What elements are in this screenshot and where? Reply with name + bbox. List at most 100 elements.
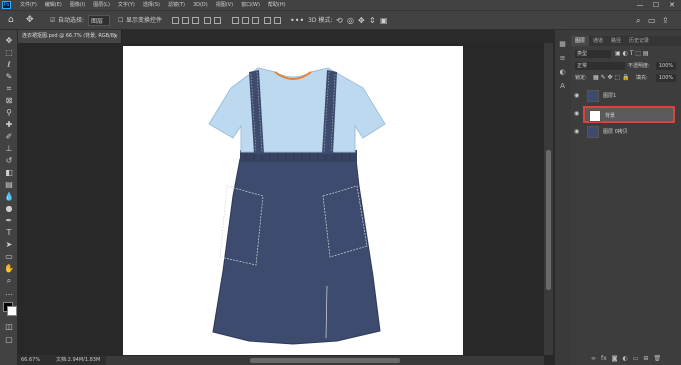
menu-type[interactable]: 文字(Y) [118, 1, 135, 9]
menu-3d[interactable]: 3D(D) [193, 1, 208, 9]
align-bottom-icon[interactable] [192, 17, 199, 24]
align-left-icon[interactable] [204, 17, 211, 24]
3d-slide-icon[interactable]: ⇕ [369, 15, 376, 26]
layer-style-icon[interactable]: fx [601, 353, 607, 365]
delete-layer-icon[interactable]: 🗑 [653, 353, 661, 365]
distribute-bottom-icon[interactable] [252, 17, 259, 24]
search-icon[interactable]: ⌕ [636, 15, 640, 26]
type-tool-icon[interactable]: T [4, 228, 14, 238]
tab-history[interactable]: 历史记录 [625, 36, 653, 46]
eye-icon[interactable]: ◉ [574, 110, 582, 118]
menu-edit[interactable]: 编辑(E) [45, 1, 62, 9]
eraser-tool-icon[interactable]: ◧ [4, 168, 14, 178]
frame-tool-icon[interactable]: ⊠ [4, 96, 14, 106]
gradient-tool-icon[interactable]: ▤ [4, 180, 14, 190]
align-middle-icon[interactable] [182, 17, 189, 24]
properties-panel-icon[interactable]: ≡ [558, 54, 567, 63]
adjustments-panel-icon[interactable]: ◐ [558, 68, 567, 77]
healing-brush-tool-icon[interactable]: ✚ [4, 120, 14, 130]
distribute-left-icon[interactable] [264, 17, 271, 24]
history-brush-tool-icon[interactable]: ↺ [4, 156, 14, 166]
tab-layers[interactable]: 图层 [571, 36, 590, 46]
tools-panel: ✥ ⬚ ℓ ✎ ⌗ ⊠ ⚲ ✚ ✐ ⊥ ↺ ◧ ▤ 💧 ● ✒ T ➤ ▭ ✋ … [0, 30, 18, 365]
pen-tool-icon[interactable]: ✒ [4, 216, 14, 226]
lasso-tool-icon[interactable]: ℓ [4, 60, 14, 70]
opacity-input[interactable]: 100% [656, 62, 676, 70]
background-color-swatch[interactable] [7, 306, 17, 316]
menu-select[interactable]: 选择(S) [143, 1, 160, 9]
close-tab-icon[interactable]: × [113, 30, 118, 43]
tab-paths[interactable]: 路径 [607, 36, 625, 46]
minimize-button[interactable]: — [633, 0, 647, 10]
close-window-button[interactable]: ✕ [665, 0, 679, 10]
history-panel-icon[interactable]: ▦ [558, 40, 567, 49]
3d-pan-icon[interactable]: ✥ [358, 15, 365, 26]
crop-tool-icon[interactable]: ⌗ [4, 84, 14, 94]
layer-row[interactable]: ◉ 图层1 [573, 88, 676, 105]
vertical-scroll-thumb[interactable] [546, 150, 551, 290]
move-tool-icon[interactable]: ✥ [26, 15, 34, 26]
menu-window[interactable]: 窗口(W) [241, 1, 260, 9]
distribute-middle-icon[interactable] [242, 17, 249, 24]
layer-row[interactable]: ◉ 图层 0拷贝 [573, 124, 676, 141]
clone-stamp-tool-icon[interactable]: ⊥ [4, 144, 14, 154]
link-layers-icon[interactable]: ∞ [591, 353, 596, 365]
photoshop-logo-icon: Ps [2, 1, 11, 9]
share-icon[interactable]: ⇪ [662, 15, 669, 26]
add-mask-icon[interactable]: ◙ [612, 353, 618, 365]
eyedropper-tool-icon[interactable]: ⚲ [4, 108, 14, 118]
align-top-icon[interactable] [172, 17, 179, 24]
zoom-tool-icon[interactable]: ⌕ [4, 276, 14, 286]
align-center-icon[interactable] [214, 17, 221, 24]
brush-tool-icon[interactable]: ✐ [4, 132, 14, 142]
screen-mode-icon[interactable]: ▢ [4, 335, 14, 345]
menu-file[interactable]: 文件(F) [20, 1, 37, 9]
document-size[interactable]: 文档:2.94M/1.83M [56, 355, 100, 365]
menu-bar: Ps 文件(F) 编辑(E) 图像(I) 图层(L) 文字(Y) 选择(S) 滤… [0, 0, 681, 10]
menu-image[interactable]: 图像(I) [70, 1, 85, 9]
lock-icons[interactable]: ▦ ✎ ✥ ⬚ 🔒 [593, 74, 630, 82]
workspace-icon[interactable]: ▭ [648, 15, 656, 26]
quick-mask-icon[interactable]: ◫ [4, 322, 14, 332]
blur-tool-icon[interactable]: 💧 [4, 192, 14, 202]
horizontal-scroll-thumb[interactable] [250, 358, 400, 363]
transform-controls-checkbox[interactable]: ☐ [118, 15, 123, 26]
eye-icon[interactable]: ◉ [574, 92, 582, 100]
menu-filter[interactable]: 滤镜(T) [168, 1, 185, 9]
maximize-button[interactable]: ☐ [649, 0, 663, 10]
eye-icon[interactable]: ◉ [574, 128, 582, 136]
fill-input[interactable]: 100% [656, 74, 676, 82]
auto-select-checkbox[interactable]: ☑ [50, 15, 55, 26]
layer-row-selected[interactable]: 背景 [583, 106, 675, 123]
distribute-center-icon[interactable] [274, 17, 281, 24]
adjustment-layer-icon[interactable]: ◐ [623, 353, 628, 365]
quick-select-tool-icon[interactable]: ✎ [4, 72, 14, 82]
blend-mode-dropdown[interactable]: 正常 [575, 62, 625, 70]
hand-tool-icon[interactable]: ✋ [4, 264, 14, 274]
menu-help[interactable]: 帮助(H) [268, 1, 286, 9]
new-group-icon[interactable]: ▭ [633, 353, 639, 365]
menu-layer[interactable]: 图层(L) [93, 1, 110, 9]
document-tab[interactable]: 连衣裙抠图.psd @ 66.7% (背景, RGB/8) × [18, 30, 122, 43]
dodge-tool-icon[interactable]: ● [4, 204, 14, 214]
3d-roll-icon[interactable]: ◎ [347, 15, 354, 26]
auto-select-dropdown[interactable]: 图层 [88, 15, 110, 26]
3d-scale-icon[interactable]: ▣ [380, 15, 388, 26]
distribute-top-icon[interactable] [232, 17, 239, 24]
move-tool-icon[interactable]: ✥ [4, 36, 14, 46]
zoom-level[interactable]: 66.67% [21, 355, 40, 365]
more-options-icon[interactable]: ••• [290, 15, 304, 26]
new-layer-icon[interactable]: ⊞ [643, 353, 648, 365]
tab-channels[interactable]: 通道 [589, 36, 607, 46]
artboard-tool-icon[interactable]: ⬚ [4, 48, 14, 58]
character-panel-icon[interactable]: A [558, 82, 567, 91]
document-canvas[interactable] [123, 46, 463, 355]
rectangle-tool-icon[interactable]: ▭ [4, 252, 14, 262]
layer-filter-dropdown[interactable]: 类型 [575, 50, 611, 58]
3d-rotate-icon[interactable]: ⟲ [336, 15, 343, 26]
home-icon[interactable]: ⌂ [8, 15, 14, 26]
edit-toolbar-icon[interactable]: … [4, 288, 14, 298]
filter-icons[interactable]: ▣ ◐ T ⬚ ▤ [615, 50, 649, 58]
menu-view[interactable]: 视图(V) [216, 1, 233, 9]
path-select-tool-icon[interactable]: ➤ [4, 240, 14, 250]
